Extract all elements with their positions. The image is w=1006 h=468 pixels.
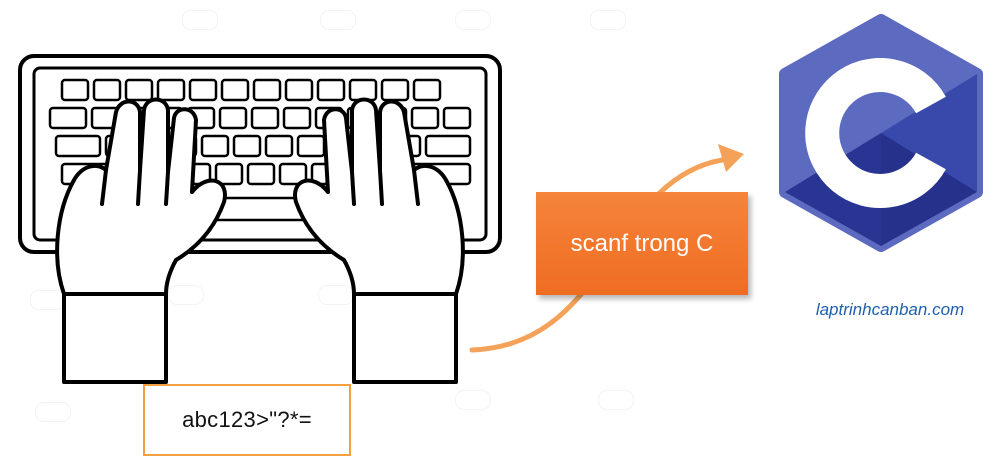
input-example-text: abc123>"?*= xyxy=(182,407,312,432)
watermark-icon xyxy=(455,10,491,30)
watermark-icon xyxy=(35,402,71,422)
website-link[interactable]: laptrinhcanban.com xyxy=(790,300,990,320)
diagram-canvas: abc123>"?*= scanf trong C C laptrinhcanb… xyxy=(0,0,1006,468)
watermark-icon xyxy=(182,10,218,30)
scanf-label-box: scanf trong C xyxy=(536,192,748,295)
scanf-label: scanf trong C xyxy=(570,229,714,257)
keyboard-hands-icon xyxy=(18,54,502,384)
watermark-icon xyxy=(455,390,491,410)
input-example-box: abc123>"?*= xyxy=(143,384,351,456)
logo-letter: C xyxy=(775,14,776,15)
c-language-logo-icon: C xyxy=(775,14,983,252)
watermark-icon xyxy=(598,390,634,410)
watermark-icon xyxy=(320,10,356,30)
watermark-icon xyxy=(590,10,626,30)
